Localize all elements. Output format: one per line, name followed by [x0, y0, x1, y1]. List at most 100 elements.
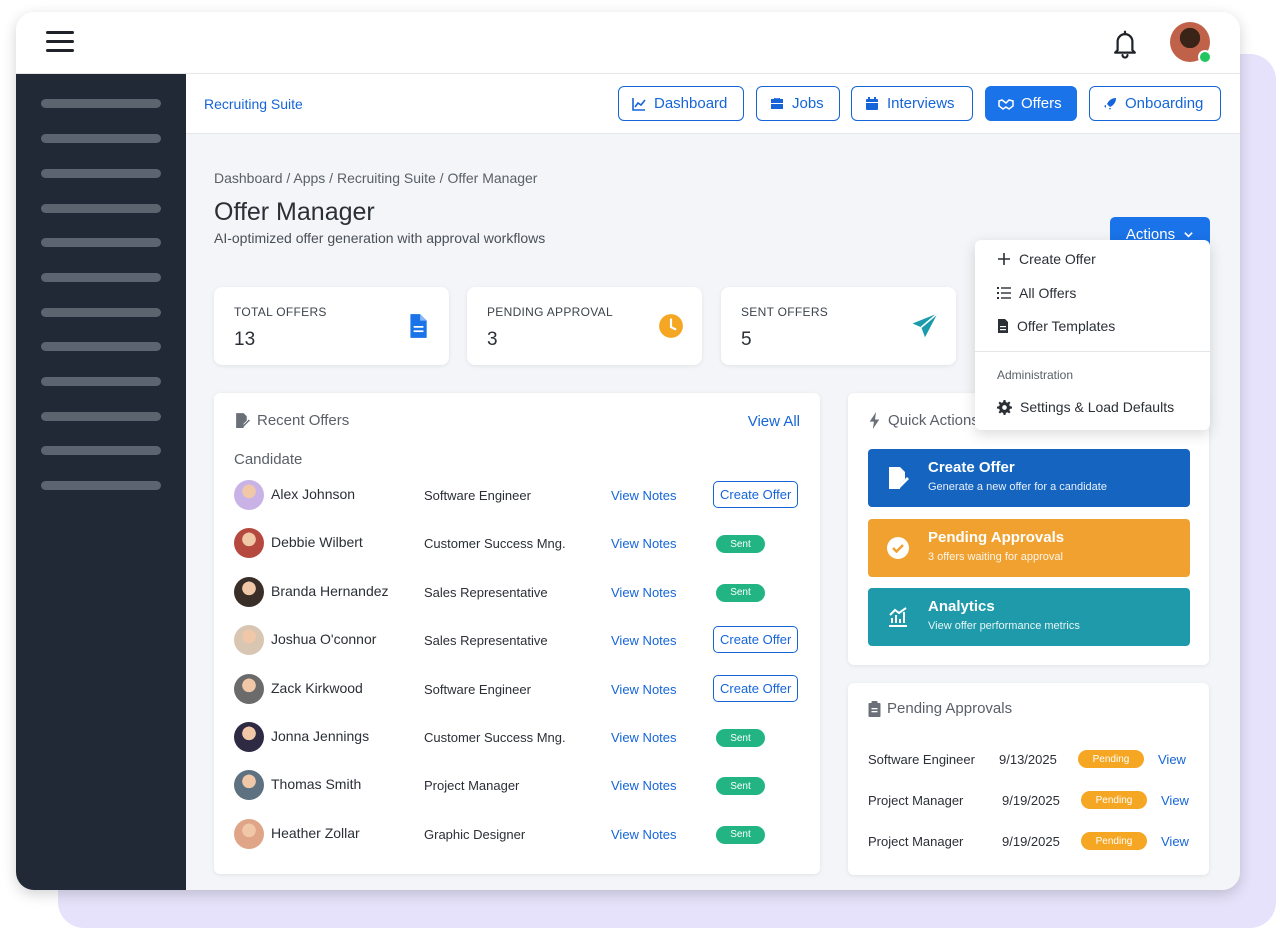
menu-item-offer-templates[interactable]: Offer Templates: [997, 318, 1115, 334]
sidebar-item[interactable]: [41, 204, 161, 213]
menu-item-all-offers[interactable]: All Offers: [997, 285, 1076, 301]
quick-actions-card: Quick Actions Create Offer Generate a new…: [848, 393, 1209, 665]
candidate-name: Alex Johnson: [271, 486, 356, 502]
status-badge: Pending: [1078, 750, 1144, 768]
online-status-dot: [1198, 50, 1212, 64]
view-notes-link[interactable]: View Notes: [611, 585, 677, 600]
create-offer-button[interactable]: Create Offer: [713, 481, 799, 508]
quick-action-subtitle: Generate a new offer for a candidate: [928, 481, 1107, 493]
tab-label: Offers: [1021, 95, 1062, 112]
avatar: [234, 673, 264, 704]
sidebar-item[interactable]: [41, 134, 161, 143]
tab-label: Jobs: [792, 95, 824, 112]
candidate-name: Branda Hernandez: [271, 582, 389, 599]
avatar: [234, 770, 264, 801]
menu-item-label: All Offers: [1019, 285, 1077, 301]
document-icon: [410, 314, 427, 338]
view-notes-link[interactable]: View Notes: [611, 682, 677, 697]
briefcase-icon: [771, 97, 783, 109]
main-content: Recruiting Suite Dashboard Jobs Intervie…: [186, 74, 1240, 890]
sidebar-item[interactable]: [41, 446, 161, 455]
candidate-role: Project Manager: [424, 778, 520, 794]
view-notes-link[interactable]: View Notes: [611, 730, 677, 745]
menu-item-create-offer[interactable]: Create Offer: [997, 251, 1096, 267]
view-notes-link[interactable]: View Notes: [611, 488, 677, 503]
candidate-name: Joshua O'connor: [271, 631, 377, 648]
quick-action-pending-approvals[interactable]: Pending Approvals 3 offers waiting for ap…: [868, 518, 1190, 577]
user-avatar[interactable]: [1170, 22, 1212, 64]
sidebar-item[interactable]: [41, 238, 161, 247]
quick-actions-title: Quick Actions: [868, 412, 979, 429]
create-offer-button[interactable]: Create Offer: [713, 674, 799, 702]
check-circle-icon: [886, 536, 910, 560]
view-link[interactable]: View: [1161, 793, 1189, 808]
rocket-icon: [1104, 97, 1116, 110]
table-row: Jonna Jennings Customer Success Mng. View …: [234, 720, 804, 754]
candidate-name: Jonna Jennings: [271, 728, 370, 744]
sidebar-item[interactable]: [41, 377, 161, 386]
tab-dashboard[interactable]: Dashboard: [618, 86, 744, 121]
candidate-role: Software Engineer: [424, 488, 531, 503]
create-offer-button[interactable]: Create Offer: [713, 626, 799, 654]
clipboard-icon: [868, 700, 881, 717]
tab-onboarding[interactable]: Onboarding: [1089, 86, 1221, 121]
approval-role: Software Engineer: [868, 752, 975, 767]
stat-value: 3: [487, 329, 498, 350]
view-notes-link[interactable]: View Notes: [611, 827, 677, 842]
table-row: Branda Hernandez Sales Representative View…: [234, 575, 804, 609]
tab-jobs[interactable]: Jobs: [756, 86, 840, 121]
breadcrumb[interactable]: Dashboard / Apps / Recruiting Suite / Of…: [214, 170, 537, 186]
sidebar-item[interactable]: [41, 412, 161, 421]
status-badge: Pending: [1081, 832, 1147, 850]
sidebar-item[interactable]: [41, 308, 161, 317]
candidate-name: Zack Kirkwood: [271, 679, 363, 696]
pending-approvals-title: Pending Approvals: [868, 700, 1012, 717]
sidebar-item[interactable]: [41, 481, 161, 490]
sidebar-item[interactable]: [41, 99, 161, 108]
view-all-link[interactable]: View All: [748, 413, 800, 430]
approval-date: 9/19/2025: [1002, 834, 1060, 849]
sidebar-item[interactable]: [41, 342, 161, 351]
menu-divider: [975, 351, 1210, 352]
quick-action-create-offer[interactable]: Create Offer Generate a new offer for a c…: [868, 449, 1190, 507]
candidate-role: Sales Representative: [424, 633, 548, 649]
hamburger-icon[interactable]: [46, 30, 74, 54]
clock-icon: [659, 314, 683, 338]
tab-interviews[interactable]: Interviews: [851, 86, 973, 121]
stat-label: PENDING APPROVAL: [487, 305, 613, 319]
handshake-icon: [998, 98, 1014, 110]
list-icon: [997, 287, 1011, 299]
card-title-text: Recent Offers: [257, 412, 350, 429]
page-subtitle: AI-optimized offer generation with appro…: [214, 230, 546, 246]
avatar: [234, 528, 264, 559]
bell-icon[interactable]: [1110, 28, 1140, 60]
card-title-text: Pending Approvals: [887, 700, 1013, 717]
analytics-icon: [886, 605, 910, 629]
candidate-role: Customer Success Mng.: [424, 730, 566, 745]
avatar: [234, 625, 264, 656]
quick-action-title: Analytics: [928, 598, 995, 615]
chevron-down-icon: [1184, 232, 1193, 238]
column-header-candidate: Candidate: [234, 451, 303, 468]
view-notes-link[interactable]: View Notes: [611, 536, 677, 551]
recent-offers-title: Recent Offers: [234, 412, 349, 429]
approval-date: 9/13/2025: [999, 752, 1057, 767]
quick-action-analytics[interactable]: Analytics View offer performance metrics: [868, 588, 1190, 646]
tab-label: Dashboard: [654, 95, 728, 112]
tab-label: Onboarding: [1125, 95, 1204, 112]
brand-link[interactable]: Recruiting Suite: [204, 96, 303, 112]
menu-item-settings[interactable]: Settings & Load Defaults: [997, 399, 1174, 415]
stat-card-total-offers: TOTAL OFFERS 13: [214, 287, 449, 365]
lightning-icon: [869, 412, 880, 429]
file-signature-icon: [886, 466, 910, 490]
sidebar-item[interactable]: [41, 169, 161, 178]
tab-label: Interviews: [887, 95, 955, 112]
list-item: Project Manager 9/19/2025 Pending View: [868, 831, 1198, 853]
view-notes-link[interactable]: View Notes: [611, 633, 677, 648]
view-notes-link[interactable]: View Notes: [611, 778, 677, 793]
top-bar: [16, 12, 1240, 74]
view-link[interactable]: View: [1158, 752, 1186, 767]
view-link[interactable]: View: [1161, 834, 1189, 849]
sidebar-item[interactable]: [41, 273, 161, 282]
tab-offers[interactable]: Offers: [985, 86, 1077, 121]
